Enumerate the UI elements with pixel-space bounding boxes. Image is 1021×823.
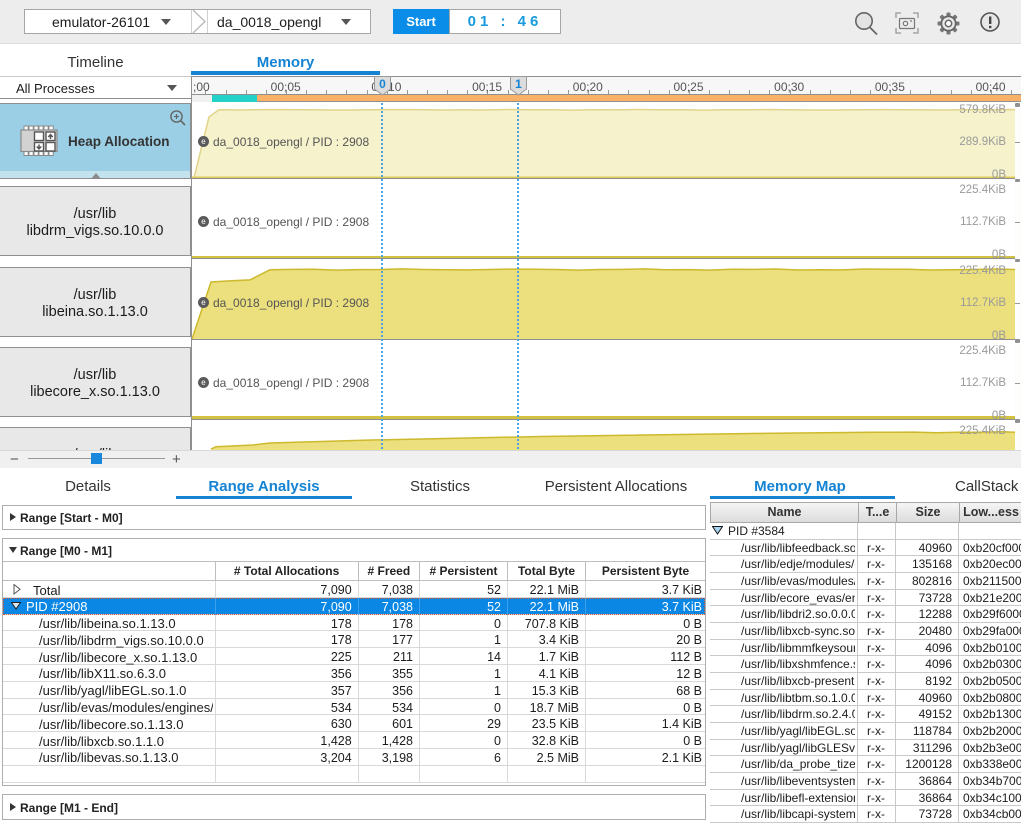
svg-text:0: 0 bbox=[379, 77, 386, 91]
svg-text:1: 1 bbox=[515, 77, 522, 91]
